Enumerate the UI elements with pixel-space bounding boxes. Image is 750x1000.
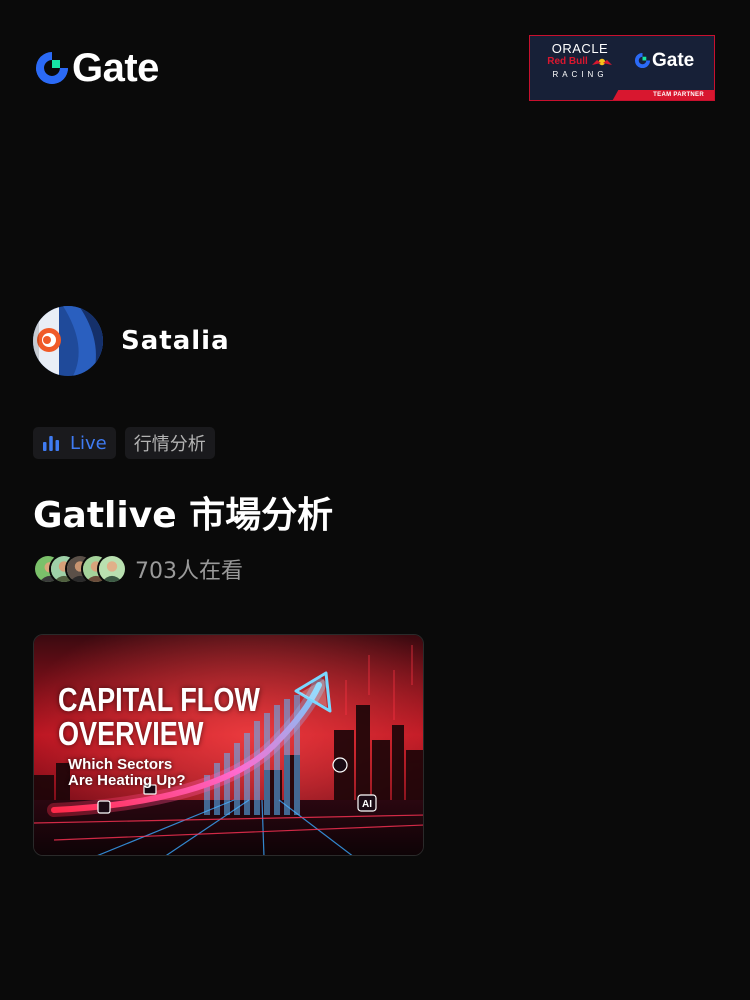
thumbnail-headline-line2: OVERVIEW (58, 715, 204, 752)
partner-line-redbull: Red Bull (540, 56, 620, 68)
host-name[interactable]: Satalia (121, 326, 230, 356)
topic-tag-label: 行情分析 (133, 434, 206, 455)
host-avatar[interactable] (33, 306, 103, 376)
partner-gate-text: Gate (652, 50, 695, 71)
stream-title[interactable]: Gatlive 市場分析 (33, 486, 333, 538)
thumbnail-ai-badge: AI (362, 799, 372, 810)
viewer-info: 703人在看 (33, 553, 243, 585)
host-profile[interactable]: Satalia (33, 306, 230, 376)
stream-thumbnail[interactable]: AI CAPITAL FLOW OVERVIEW Which Sectors A… (33, 634, 424, 856)
stream-tags: Live 行情分析 (33, 427, 215, 459)
gate-logo-icon (36, 52, 68, 84)
viewer-avatar (97, 554, 127, 584)
team-partner-badge[interactable]: ORACLE Red Bull RACING Gate TEAM PARTNER (529, 35, 715, 101)
partner-strip-text: TEAM PARTNER (653, 92, 704, 98)
partner-line-oracle: ORACLE (551, 41, 609, 56)
thumbnail-text: CAPITAL FLOW OVERVIEW Which Sectors Are … (58, 683, 304, 789)
gate-logo-icon (634, 52, 651, 69)
viewer-count: 703人在看 (135, 559, 243, 584)
partner-gate-logo: Gate (634, 51, 694, 70)
thumbnail-headline-line1: CAPITAL FLOW (58, 681, 260, 718)
live-tag[interactable]: Live (33, 427, 116, 459)
oracle-red-bull-racing-logo: ORACLE Red Bull RACING (540, 42, 620, 80)
viewer-avatar-stack (33, 554, 127, 584)
partner-redbull-text: Red Bull (547, 56, 588, 67)
red-bull-icon (591, 58, 612, 66)
thumbnail-sub-line1: Which Sectors (68, 756, 173, 773)
thumbnail-sub-line2: Are Heating Up? (68, 772, 186, 789)
bar-chart-icon (43, 436, 59, 451)
topic-tag[interactable]: 行情分析 (124, 427, 215, 459)
partner-line-racing: RACING (552, 70, 608, 79)
gate-logo[interactable]: Gate (34, 48, 159, 88)
live-tag-label: Live (70, 432, 107, 454)
brand-name: Gate (72, 46, 159, 90)
